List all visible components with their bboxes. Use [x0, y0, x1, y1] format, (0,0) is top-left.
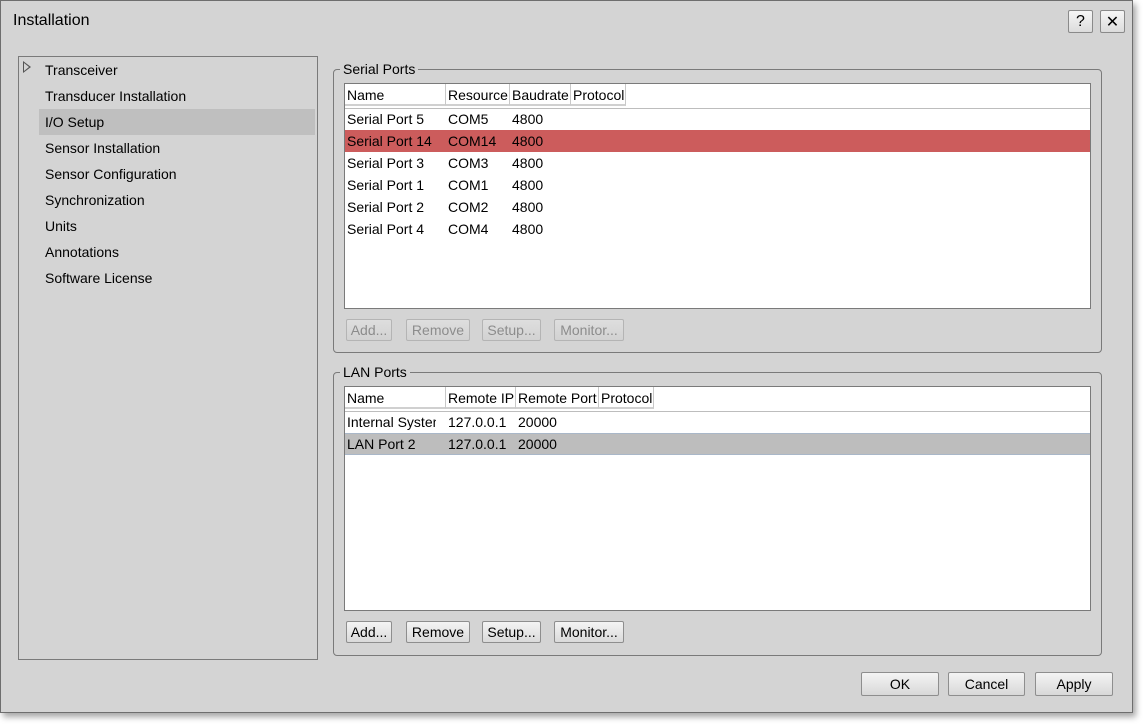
- cell-name: Serial Port 14: [347, 133, 432, 149]
- cell-remote-ip: 127.0.0.1: [448, 436, 507, 452]
- nav-item-synchronization[interactable]: Synchronization: [39, 187, 315, 213]
- nav-item-io-setup[interactable]: I/O Setup: [39, 109, 315, 135]
- cell-name: Serial Port 4: [347, 221, 425, 237]
- table-row[interactable]: Serial Port 1 COM1 4800: [345, 174, 1090, 196]
- cell-name: LAN Port 2: [347, 436, 416, 452]
- nav-item-sensor-configuration[interactable]: Sensor Configuration: [39, 161, 315, 187]
- cell-resource: COM5: [448, 111, 489, 127]
- serial-ports-label: Serial Ports: [340, 61, 419, 77]
- cell-baudrate: 4800: [512, 133, 544, 149]
- serial-ports-group: Serial Ports Name Resource Baudrate Prot…: [333, 61, 1102, 353]
- col-header-remote-port[interactable]: Remote Port: [516, 387, 599, 409]
- table-row[interactable]: Internal System 127.0.0.1 20000: [345, 411, 1090, 433]
- col-header-remote-ip[interactable]: Remote IP: [446, 387, 516, 409]
- installation-dialog: Installation ? ✕ Transceiver Transducer …: [0, 0, 1133, 713]
- lan-ports-label: LAN Ports: [340, 364, 410, 380]
- lan-ports-group: LAN Ports Name Remote IP Remote Port Pro…: [333, 364, 1102, 656]
- cell-name: Serial Port 1: [347, 177, 425, 193]
- apply-button[interactable]: Apply: [1035, 672, 1113, 696]
- help-button[interactable]: ?: [1068, 10, 1093, 33]
- table-row[interactable]: Serial Port 14 COM14 4800: [345, 130, 1090, 152]
- col-header-baudrate[interactable]: Baudrate: [510, 84, 571, 106]
- nav-item-software-license[interactable]: Software License: [39, 265, 315, 291]
- col-header-resource[interactable]: Resource: [446, 84, 510, 106]
- cell-resource: COM1: [448, 177, 489, 193]
- col-header-name[interactable]: Name: [345, 84, 446, 106]
- cell-name: Serial Port 5: [347, 111, 425, 127]
- col-header-protocol[interactable]: Protocol: [599, 387, 654, 409]
- cell-remote-port: 20000: [518, 414, 557, 430]
- serial-add-button[interactable]: Add...: [346, 319, 392, 341]
- serial-monitor-button[interactable]: Monitor...: [554, 319, 624, 341]
- nav-item-sensor-installation[interactable]: Sensor Installation: [39, 135, 315, 161]
- table-row[interactable]: Serial Port 4 COM4 4800: [345, 218, 1090, 240]
- table-row[interactable]: Serial Port 5 COM5 4800: [345, 108, 1090, 130]
- cell-resource: COM14: [448, 133, 497, 149]
- serial-setup-button[interactable]: Setup...: [482, 319, 541, 341]
- cell-name: Serial Port 3: [347, 155, 425, 171]
- table-row[interactable]: Serial Port 2 COM2 4800: [345, 196, 1090, 218]
- lan-ports-header: Name Remote IP Remote Port Protocol: [345, 387, 1090, 412]
- nav-item-transducer-installation[interactable]: Transducer Installation: [39, 83, 315, 109]
- lan-ports-list[interactable]: Name Remote IP Remote Port Protocol Inte…: [344, 386, 1091, 611]
- cell-baudrate: 4800: [512, 221, 544, 237]
- cell-baudrate: 4800: [512, 155, 544, 171]
- lan-setup-button[interactable]: Setup...: [482, 621, 541, 643]
- settings-tree: Transceiver Transducer Installation I/O …: [18, 56, 318, 660]
- table-row[interactable]: Serial Port 3 COM3 4800: [345, 152, 1090, 174]
- nav-item-transceiver[interactable]: Transceiver: [39, 57, 315, 83]
- col-header-protocol[interactable]: Protocol: [571, 84, 626, 106]
- cell-baudrate: 4800: [512, 199, 544, 215]
- lan-add-button[interactable]: Add...: [346, 621, 392, 643]
- lan-monitor-button[interactable]: Monitor...: [554, 621, 624, 643]
- cell-remote-port: 20000: [518, 436, 557, 452]
- serial-remove-button[interactable]: Remove: [406, 319, 470, 341]
- cell-name: Serial Port 2: [347, 199, 425, 215]
- cell-resource: COM4: [448, 221, 489, 237]
- cell-baudrate: 4800: [512, 111, 544, 127]
- window-title: Installation: [13, 12, 90, 29]
- cell-name: Internal System: [347, 414, 436, 430]
- expand-triangle-icon[interactable]: [23, 61, 31, 73]
- close-button[interactable]: ✕: [1100, 10, 1125, 33]
- col-header-name[interactable]: Name: [345, 387, 446, 409]
- nav-item-units[interactable]: Units: [39, 213, 315, 239]
- serial-ports-header: Name Resource Baudrate Protocol: [345, 84, 1090, 109]
- table-row[interactable]: LAN Port 2 127.0.0.1 20000: [345, 433, 1090, 455]
- serial-ports-list[interactable]: Name Resource Baudrate Protocol Serial P…: [344, 83, 1091, 309]
- nav-item-annotations[interactable]: Annotations: [39, 239, 315, 265]
- ok-button[interactable]: OK: [861, 672, 939, 696]
- cell-remote-ip: 127.0.0.1: [448, 414, 507, 430]
- cell-resource: COM2: [448, 199, 489, 215]
- cell-baudrate: 4800: [512, 177, 544, 193]
- cell-resource: COM3: [448, 155, 489, 171]
- cancel-button[interactable]: Cancel: [948, 672, 1025, 696]
- lan-remove-button[interactable]: Remove: [406, 621, 470, 643]
